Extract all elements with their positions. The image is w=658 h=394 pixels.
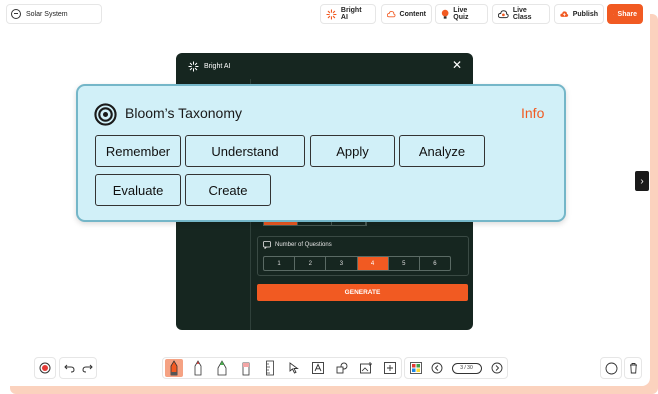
sparkle-icon	[188, 60, 199, 72]
question-count-option[interactable]: 5	[389, 257, 420, 270]
content-button[interactable]: Content	[381, 4, 432, 24]
live-cloud-icon	[498, 10, 509, 19]
project-title-pill[interactable]: Solar System	[6, 4, 102, 24]
cloud-icon	[387, 11, 396, 18]
add-element-icon[interactable]	[381, 359, 399, 377]
project-title: Solar System	[26, 10, 68, 18]
question-count-option-selected[interactable]: 4	[357, 257, 389, 270]
image-tool-icon[interactable]	[357, 359, 375, 377]
pen-tool-icon[interactable]	[189, 359, 207, 377]
bright-ai-label: Bright AI	[340, 7, 362, 21]
upload-cloud-icon	[560, 11, 569, 17]
number-of-questions-header: Number of Questions	[263, 241, 332, 249]
remember-button[interactable]: Remember	[95, 135, 181, 167]
live-quiz-label: Live Quiz	[453, 7, 469, 21]
undo-redo-group	[59, 357, 97, 379]
modal-title: Bright AI	[204, 62, 231, 70]
color-palette-icon[interactable]	[409, 362, 422, 374]
record-icon[interactable]	[39, 362, 51, 374]
delete-group	[624, 357, 642, 379]
background-circle-icon[interactable]	[605, 362, 618, 375]
record-group	[34, 357, 56, 379]
sparkle-icon	[326, 8, 337, 20]
undo-icon[interactable]	[63, 363, 75, 373]
info-link[interactable]: Info	[521, 105, 544, 121]
question-bubble-icon	[263, 241, 271, 249]
create-button[interactable]: Create	[185, 174, 271, 206]
whiteboard-app: Solar System Bright AI Content Live Quiz	[0, 0, 658, 394]
bright-ai-button[interactable]: Bright AI	[320, 4, 376, 24]
question-count-option[interactable]: 6	[420, 257, 450, 270]
marker-tool-icon[interactable]	[213, 359, 231, 377]
next-page-chevron-icon[interactable]: ›	[635, 171, 649, 191]
question-count-option[interactable]: 1	[264, 257, 296, 270]
modal-header: Bright AI	[176, 53, 473, 79]
eraser-tool-icon[interactable]	[237, 359, 255, 377]
lightbulb-icon	[441, 9, 449, 19]
evaluate-button[interactable]: Evaluate	[95, 174, 181, 206]
next-page-icon[interactable]	[491, 362, 503, 374]
target-icon	[94, 103, 117, 126]
pencil-tool-icon[interactable]	[165, 359, 183, 377]
generate-button[interactable]: GENERATE	[257, 284, 468, 301]
question-count-selector[interactable]: 1 2 3 4 5 6	[263, 256, 451, 271]
number-of-questions-label: Number of Questions	[275, 242, 332, 248]
share-icon	[613, 13, 614, 15]
publish-label: Publish	[572, 10, 598, 18]
share-label: Share	[617, 10, 637, 18]
redo-icon[interactable]	[81, 363, 93, 373]
question-count-option[interactable]: 2	[295, 257, 327, 270]
ruler-tool-icon[interactable]	[261, 359, 279, 377]
live-quiz-button[interactable]: Live Quiz	[435, 4, 488, 24]
apply-button[interactable]: Apply	[310, 135, 395, 167]
text-tool-icon[interactable]	[309, 359, 327, 377]
understand-button[interactable]: Understand	[185, 135, 305, 167]
previous-page-icon[interactable]	[431, 362, 443, 374]
background-color-group	[600, 357, 622, 379]
back-icon[interactable]	[11, 9, 21, 19]
page-indicator[interactable]: 3 / 30	[451, 362, 482, 374]
shapes-tool-icon[interactable]	[333, 359, 351, 377]
analyze-button[interactable]: Analyze	[399, 135, 485, 167]
content-label: Content	[399, 10, 426, 18]
live-class-label: Live Class	[512, 7, 532, 21]
question-count-option[interactable]: 3	[326, 257, 358, 270]
live-class-button[interactable]: Live Class	[492, 4, 550, 24]
page-navigation-group: 3 / 30	[404, 357, 508, 379]
trash-icon[interactable]	[629, 362, 638, 374]
close-icon[interactable]: ✕	[452, 58, 462, 72]
blooms-taxonomy-title: Bloom’s Taxonomy	[125, 105, 242, 121]
drawing-tools-group	[162, 357, 402, 379]
publish-button[interactable]: Publish	[554, 4, 604, 24]
select-cursor-icon[interactable]	[285, 359, 303, 377]
share-button[interactable]: Share	[607, 4, 643, 24]
